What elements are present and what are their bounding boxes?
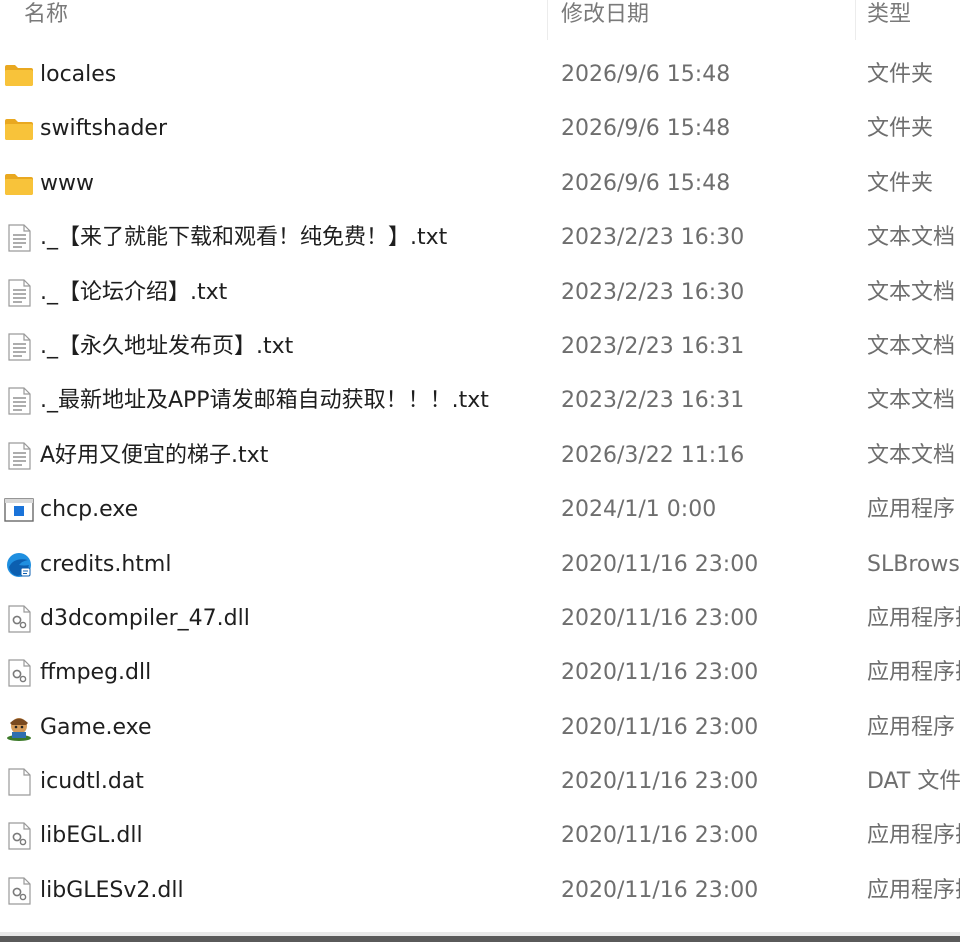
file-modified-date: 2023/2/23 16:31 xyxy=(561,388,745,414)
dll-file-icon xyxy=(4,605,34,633)
file-modified-date: 2020/11/16 23:00 xyxy=(561,823,759,849)
file-name: d3dcompiler_47.dll xyxy=(40,605,250,631)
file-modified-date: 2020/11/16 23:00 xyxy=(561,769,759,795)
file-name: A好用又便宜的梯子.txt xyxy=(40,442,269,468)
horizontal-scrollbar[interactable] xyxy=(0,932,960,942)
column-header-bar: 名称 修改日期 类型 xyxy=(0,0,960,40)
file-type: 应用程序扩展 xyxy=(867,877,960,903)
file-row[interactable]: icudtl.dat 2020/11/16 23:00 DAT 文件 xyxy=(0,755,960,809)
scrollbar-thumb[interactable] xyxy=(0,936,960,942)
file-row[interactable]: libEGL.dll 2020/11/16 23:00 应用程序扩展 xyxy=(0,809,960,863)
file-name: ._【论坛介绍】.txt xyxy=(40,279,228,305)
file-modified-date: 2026/9/6 15:48 xyxy=(561,116,731,142)
file-type: SLBrowser xyxy=(867,551,960,577)
column-header-date[interactable]: 修改日期 xyxy=(561,0,649,34)
file-type: 应用程序扩展 xyxy=(867,823,960,849)
file-row[interactable]: Game.exe 2020/11/16 23:00 应用程序 xyxy=(0,701,960,755)
file-row[interactable]: ._【来了就能下载和观看！纯免费！】.txt 2023/2/23 16:30 文本文… xyxy=(0,211,960,265)
file-row[interactable]: ffmpeg.dll 2020/11/16 23:00 应用程序扩展 xyxy=(0,646,960,700)
file-modified-date: 2020/11/16 23:00 xyxy=(561,605,759,631)
file-row[interactable]: locales 2026/9/6 15:48 文件夹 xyxy=(0,48,960,102)
file-type: 文件夹 xyxy=(867,62,934,87)
file-row[interactable]: d3dcompiler_47.dll 2020/11/16 23:00 应用程序扩展 xyxy=(0,592,960,646)
file-row[interactable]: A好用又便宜的梯子.txt 2026/3/22 11:16 文本文档 xyxy=(0,429,960,483)
folder-icon xyxy=(4,170,34,198)
file-name: ._【永久地址发布页】.txt xyxy=(40,333,294,359)
file-name: libEGL.dll xyxy=(40,823,143,849)
file-type: 应用程序 xyxy=(867,497,956,523)
file-type: 文本文档 xyxy=(867,333,956,359)
file-name: libGLESv2.dll xyxy=(40,877,184,903)
folder-icon xyxy=(4,61,34,89)
file-row[interactable]: ._【永久地址发布页】.txt 2023/2/23 16:31 文本文档 xyxy=(0,320,960,374)
column-divider[interactable] xyxy=(547,0,548,40)
dll-file-icon xyxy=(4,659,34,687)
file-type: 应用程序扩展 xyxy=(867,660,960,686)
file-row[interactable]: www 2026/9/6 15:48 文件夹 xyxy=(0,157,960,211)
file-type: 应用程序扩展 xyxy=(867,605,960,631)
text-file-icon xyxy=(4,278,34,307)
file-type: 文件夹 xyxy=(867,116,934,142)
file-list: locales 2026/9/6 15:48 文件夹 swiftshader 2026/… xyxy=(0,48,960,918)
file-name: ffmpeg.dll xyxy=(40,660,152,686)
text-file-icon xyxy=(4,387,34,415)
file-modified-date: 2026/9/6 15:48 xyxy=(561,170,731,196)
file-row[interactable]: ._最新地址及APP请发邮箱自动获取！！！.txt 2023/2/23 16:31… xyxy=(0,374,960,428)
file-row[interactable]: libGLESv2.dll 2020/11/16 23:00 应用程序扩展 xyxy=(0,864,960,918)
game-app-icon xyxy=(4,714,34,742)
file-modified-date: 2023/2/23 16:30 xyxy=(561,225,745,251)
file-modified-date: 2020/11/16 23:00 xyxy=(561,877,759,903)
column-divider[interactable] xyxy=(855,0,856,40)
file-name: swiftshader xyxy=(40,116,167,142)
folder-icon xyxy=(4,115,34,143)
file-name: credits.html xyxy=(40,551,172,577)
file-name: icudtl.dat xyxy=(40,769,144,795)
file-type: DAT 文件 xyxy=(867,769,960,795)
text-file-icon xyxy=(4,224,34,252)
file-modified-date: 2020/11/16 23:00 xyxy=(561,660,759,686)
browser-icon xyxy=(4,551,34,579)
file-row[interactable]: chcp.exe 2024/1/1 0:00 应用程序 xyxy=(0,483,960,537)
file-type: 文本文档 xyxy=(867,279,956,305)
file-row[interactable]: credits.html 2020/11/16 23:00 SLBrowser xyxy=(0,538,960,592)
file-type: 文本文档 xyxy=(867,442,956,468)
text-file-icon xyxy=(4,442,34,470)
application-window-icon xyxy=(4,496,34,524)
file-name: chcp.exe xyxy=(40,497,139,523)
dll-file-icon xyxy=(4,877,34,905)
file-modified-date: 2020/11/16 23:00 xyxy=(561,714,759,740)
file-row[interactable]: ._【论坛介绍】.txt 2023/2/23 16:30 文本文档 xyxy=(0,266,960,320)
file-name: www xyxy=(40,170,94,196)
file-explorer-list: 名称 修改日期 类型 locales 2026/9/6 15:48 文件夹 swift… xyxy=(0,0,960,942)
dll-file-icon xyxy=(4,822,34,851)
blank-file-icon xyxy=(4,768,34,796)
column-header-type[interactable]: 类型 xyxy=(867,0,911,34)
file-name: locales xyxy=(40,62,117,87)
file-type: 应用程序 xyxy=(867,714,956,740)
file-modified-date: 2023/2/23 16:31 xyxy=(561,333,745,359)
file-name: ._最新地址及APP请发邮箱自动获取！！！.txt xyxy=(40,388,489,414)
file-row[interactable]: swiftshader 2026/9/6 15:48 文件夹 xyxy=(0,102,960,156)
file-modified-date: 2020/11/16 23:00 xyxy=(561,551,759,577)
file-modified-date: 2026/3/22 11:16 xyxy=(561,442,745,468)
text-file-icon xyxy=(4,333,34,361)
file-type: 文本文档 xyxy=(867,388,956,414)
file-modified-date: 2023/2/23 16:30 xyxy=(561,279,745,305)
file-modified-date: 2026/9/6 15:48 xyxy=(561,62,731,87)
file-modified-date: 2024/1/1 0:00 xyxy=(561,497,717,523)
file-name: Game.exe xyxy=(40,714,152,740)
file-type: 文本文档 xyxy=(867,225,956,251)
column-header-name[interactable]: 名称 xyxy=(24,0,68,34)
file-name: ._【来了就能下载和观看！纯免费！】.txt xyxy=(40,225,448,251)
file-type: 文件夹 xyxy=(867,170,934,196)
